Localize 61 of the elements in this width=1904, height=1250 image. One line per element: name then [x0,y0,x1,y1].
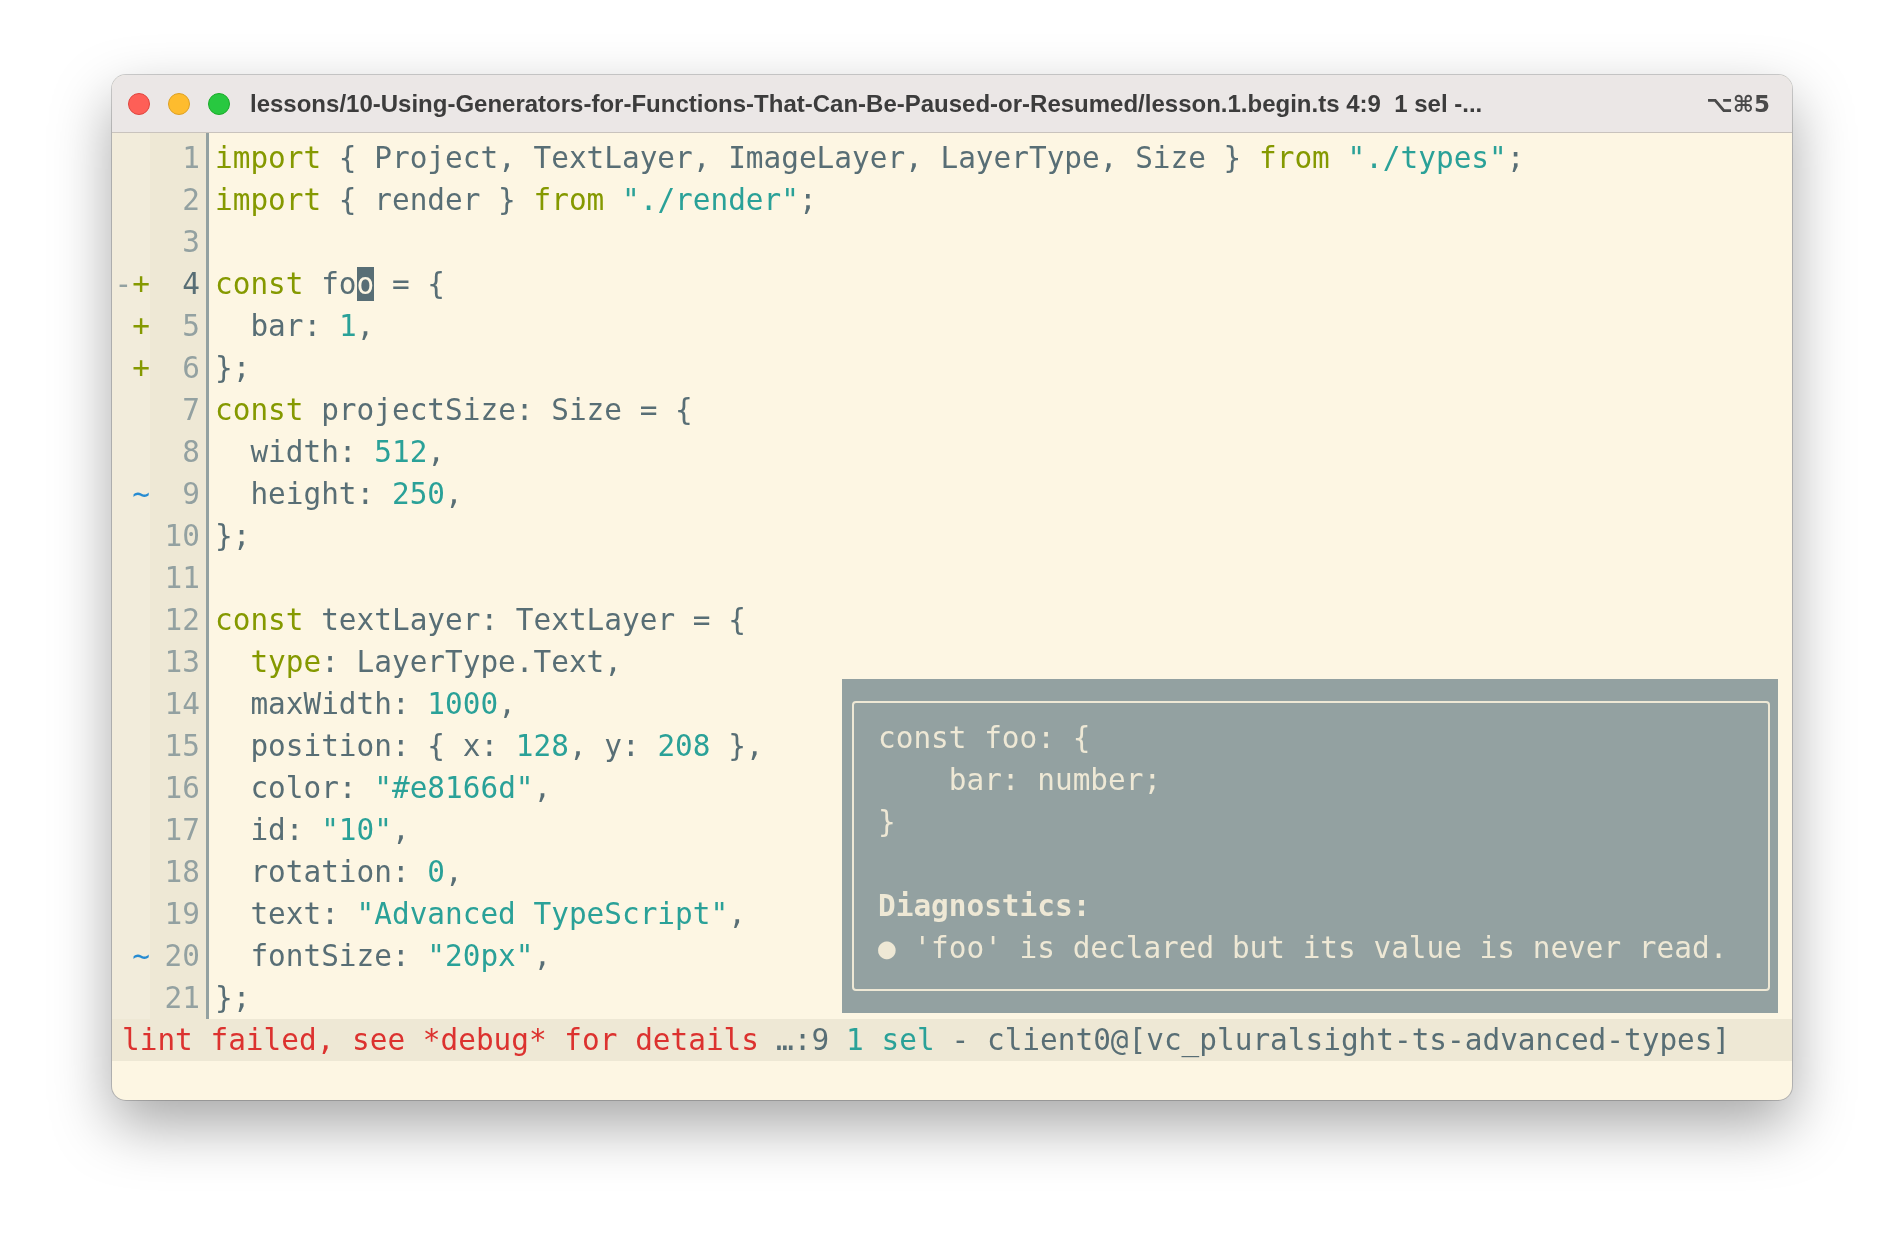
line-number: 21 [164,981,200,1015]
type-signature-line: } [878,804,897,841]
diff-marker: + [132,266,150,303]
type-signature-line: bar: number; [947,762,1163,799]
code-line: id: "10", [249,813,410,847]
diff-marker: ~ [132,938,150,975]
code-line: const foo = { [214,267,446,301]
code-line: fontSize: "20px", [249,939,552,973]
window-title: lessons/10-Using-Generators-for-Functions-That-Can-Be-Paused-or-Resumed/lesson.1.begin.ts 4:9 1 sel -... [250,89,1483,118]
line-number: 12 [164,603,200,637]
code-line: }; [214,981,251,1015]
line-number: 2 [182,183,200,217]
status-text: - client0@[vc_pluralsight-ts-advanced-types] [951,1022,1731,1060]
line-number: 13 [164,645,200,679]
window-shortcut: ⌥⌘5 [1706,90,1770,117]
line-number: 5 [182,309,200,343]
code-line: rotation: 0, [249,855,463,889]
diff-marker: - [114,266,133,303]
status-text: lint failed, see *debug* for details [122,1022,759,1059]
line-number: 8 [182,435,200,469]
code-line: height: 250, [249,477,463,511]
line-number: 16 [164,771,200,805]
line-number: 7 [182,393,200,427]
text-cursor: o [356,267,375,301]
line-number: 18 [164,855,200,889]
diff-marker: + [132,308,150,345]
code-line: }; [214,519,251,553]
line-number: 4 [182,267,200,301]
diagnostic-message: ● 'foo' is declared but its value is never read. [878,930,1729,967]
code-line: bar: 1, [249,309,375,343]
line-number: 19 [164,897,200,931]
line-number: 1 [182,141,200,175]
diff-marker: + [132,350,150,387]
minimize-button[interactable] [168,92,190,115]
code-line: import { Project, TextLayer, ImageLayer, LayerType, Size } from "./types"; [214,141,1525,175]
line-number: 15 [164,729,200,763]
diff-marker: ~ [132,476,150,513]
line-number: 20 [164,939,200,973]
diagnostics-heading: Diagnostics: [878,888,1092,925]
code-line: const projectSize: Size = { [214,393,693,427]
line-number: 3 [182,225,200,259]
code-line: maxWidth: 1000, [249,687,516,721]
code-line: import { render } from "./render"; [214,183,817,217]
status-text: …:9 [776,1022,830,1059]
code-line: type: LayerType.Text, [249,645,622,679]
type-signature-line: const foo: { [878,720,1092,757]
code-line: position: { x: 128, y: 208 }, [249,729,764,763]
line-number: 6 [182,351,200,385]
code-line: }; [214,351,251,385]
status-text: 1 sel [846,1022,935,1059]
line-number: 9 [182,477,200,511]
line-number: 10 [164,519,200,553]
code-line: color: "#e8166d", [249,771,552,805]
close-button[interactable] [128,92,150,115]
line-number: 11 [164,561,200,595]
zoom-button[interactable] [208,92,230,115]
code-line: text: "Advanced TypeScript", [249,897,746,931]
code-line: const textLayer: TextLayer = { [214,603,746,637]
line-number: 17 [164,813,200,847]
line-number: 14 [164,687,200,721]
code-line: width: 512, [249,435,446,469]
